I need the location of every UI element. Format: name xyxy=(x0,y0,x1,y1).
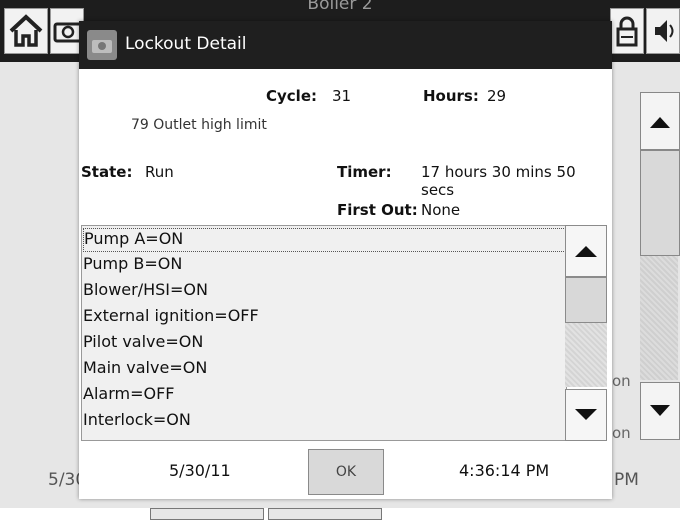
first-out-label: First Out: xyxy=(337,201,418,219)
sound-button[interactable] xyxy=(646,8,680,54)
app-bottom-button[interactable] xyxy=(150,508,264,520)
list-scroll-thumb[interactable] xyxy=(565,277,607,323)
background-on-label: on xyxy=(612,372,631,390)
page-scroll-track[interactable] xyxy=(640,256,678,380)
app-title: Boiler 2 xyxy=(307,0,373,14)
state-value: Run xyxy=(145,163,174,181)
background-time: PM xyxy=(614,470,639,490)
home-button[interactable] xyxy=(4,8,48,54)
lockout-message: 79 Outlet high limit xyxy=(131,117,267,133)
triangle-down-icon xyxy=(575,409,597,420)
list-item[interactable]: Pump B=ON xyxy=(83,254,182,273)
timer-label: Timer: xyxy=(337,163,392,181)
dialog-title: Lockout Detail xyxy=(125,34,247,54)
list-scroll-down-button[interactable] xyxy=(565,389,607,441)
cycle-label: Cycle: xyxy=(266,87,317,105)
page-scroll-thumb[interactable] xyxy=(640,150,680,256)
home-icon xyxy=(9,14,43,47)
list-scroll-track[interactable] xyxy=(565,323,607,387)
page-scroll-up-button[interactable] xyxy=(640,92,680,150)
speaker-icon xyxy=(655,20,674,42)
cycle-value: 31 xyxy=(332,87,352,105)
dialog-title-bar: Lockout Detail xyxy=(79,21,612,69)
ok-button[interactable]: OK xyxy=(308,449,384,495)
triangle-up-icon xyxy=(650,117,670,128)
first-out-value: None xyxy=(421,201,461,219)
lockout-detail-dialog: Lockout Detail Cycle: 31 Hours: 29 79 Ou… xyxy=(79,21,612,499)
state-label: State: xyxy=(81,163,133,181)
hours-label: Hours: xyxy=(423,87,479,105)
list-item[interactable]: External ignition=OFF xyxy=(83,306,259,325)
footer-time: 4:36:14 PM xyxy=(459,461,550,480)
list-item[interactable]: Pilot valve=ON xyxy=(83,332,203,351)
hours-value: 29 xyxy=(487,87,507,105)
app-bottom-button[interactable] xyxy=(268,508,382,520)
triangle-down-icon xyxy=(650,405,670,416)
triangle-up-icon xyxy=(575,246,597,257)
camera-icon xyxy=(87,30,117,60)
footer-date: 5/30/11 xyxy=(169,461,231,480)
list-item[interactable]: Alarm=OFF xyxy=(83,384,174,403)
list-scroll-up-button[interactable] xyxy=(565,225,607,277)
lock-button[interactable] xyxy=(610,8,644,54)
io-status-list[interactable]: Pump A=ON Pump B=ON Blower/HSI=ON Extern… xyxy=(81,225,567,441)
list-item[interactable]: Interlock=ON xyxy=(83,410,191,429)
page-scroll-down-button[interactable] xyxy=(640,382,680,440)
background-on-label: on xyxy=(612,424,631,442)
list-item[interactable]: Main valve=ON xyxy=(83,358,207,377)
list-item[interactable]: Pump A=ON xyxy=(83,228,566,252)
timer-value: 17 hours 30 mins 50 secs xyxy=(421,163,576,199)
lock-icon xyxy=(616,16,638,47)
list-item[interactable]: Blower/HSI=ON xyxy=(83,280,208,299)
